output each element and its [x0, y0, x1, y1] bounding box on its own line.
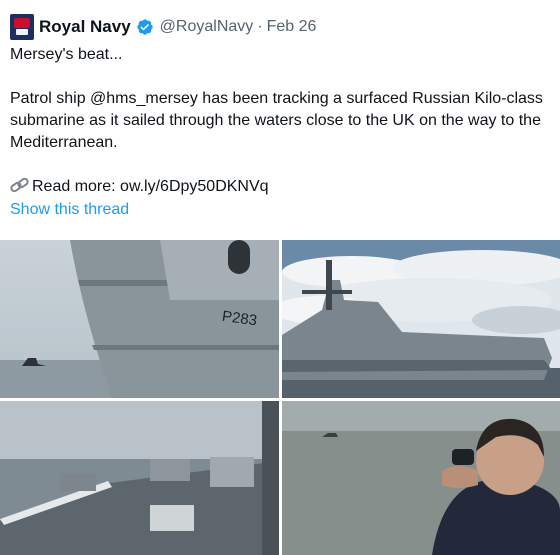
media-image-2[interactable] [282, 240, 560, 398]
tweet-text-line1: Mersey's beat... [10, 46, 123, 63]
link-icon [10, 177, 30, 200]
media-image-1[interactable]: P283 [0, 240, 279, 398]
show-thread-link[interactable]: Show this thread [10, 201, 129, 219]
media-image-3[interactable] [0, 401, 279, 555]
media-image-4[interactable] [282, 401, 560, 555]
avatar-crest [14, 18, 30, 28]
read-more-link[interactable]: Read more: ow.ly/6Dpy50DKNVq [32, 178, 269, 195]
tweet-header: Royal Navy @RoyalNavy · Feb 26 [39, 15, 316, 39]
tweet-date[interactable]: Feb 26 [267, 18, 317, 36]
user-handle[interactable]: @RoyalNavy [160, 18, 254, 36]
tweet-text-paragraph: Patrol ship @hms_mersey has been trackin… [10, 90, 543, 151]
tweet-text: Mersey's beat... Patrol ship @hms_mersey… [10, 44, 550, 200]
media-grid: P283 [0, 240, 560, 555]
verified-badge-icon [136, 18, 154, 36]
avatar-crest-lower [16, 29, 28, 35]
display-name[interactable]: Royal Navy [39, 17, 131, 37]
separator-dot: · [257, 18, 263, 35]
read-more-line: Read more: ow.ly/6Dpy50DKNVq [10, 176, 550, 200]
avatar[interactable] [10, 14, 34, 40]
